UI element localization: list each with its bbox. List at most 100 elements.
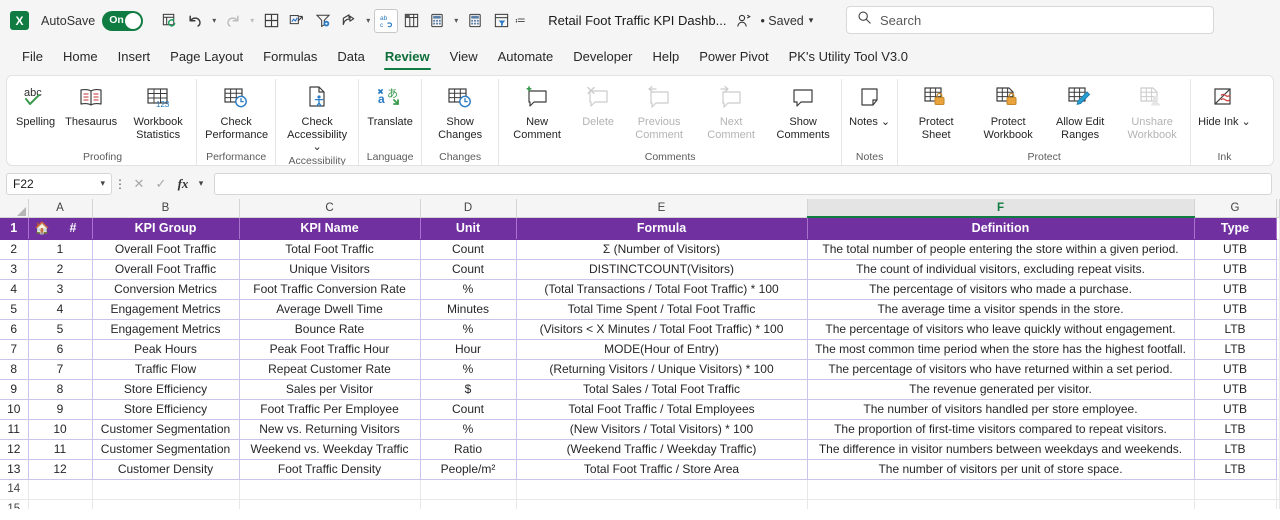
cell-kpi-group[interactable]: Overall Foot Traffic <box>92 239 240 260</box>
header-cell-kpi-group[interactable]: KPI Group <box>92 217 240 240</box>
formula-bar-more-options[interactable]: ⋮ <box>112 177 128 191</box>
cell-overflow[interactable] <box>1276 279 1280 300</box>
cell-definition[interactable]: The percentage of visitors who leave qui… <box>807 319 1195 340</box>
table-row[interactable]: 11 10 Customer Segmentation New vs. Retu… <box>0 419 1280 440</box>
show-comments-button[interactable]: Show Comments <box>767 79 839 141</box>
empty-cell[interactable] <box>239 499 421 509</box>
empty-cell[interactable] <box>92 479 240 500</box>
cell-formula[interactable]: (Returning Visitors / Unique Visitors) *… <box>516 359 808 380</box>
table-row[interactable]: 12 11 Customer Segmentation Weekend vs. … <box>0 439 1280 460</box>
row-header-14[interactable]: 14 <box>0 479 29 500</box>
row-header-15[interactable]: 15 <box>0 499 29 509</box>
cell-overflow[interactable] <box>1276 399 1280 420</box>
share-arrow-icon[interactable] <box>336 8 362 34</box>
row-header-11[interactable]: 11 <box>0 419 29 440</box>
cell-number[interactable]: 12 <box>28 459 93 480</box>
cell-kpi-name[interactable]: Foot Traffic Conversion Rate <box>239 279 421 300</box>
cell-type[interactable]: UTB <box>1194 239 1277 260</box>
chart-icon[interactable] <box>284 8 310 34</box>
row-header-13[interactable]: 13 <box>0 459 29 480</box>
cell-unit[interactable]: % <box>420 279 517 300</box>
cell-type[interactable]: LTB <box>1194 459 1277 480</box>
table-row[interactable]: 10 9 Store Efficiency Foot Traffic Per E… <box>0 399 1280 420</box>
cell-unit[interactable]: People/m² <box>420 459 517 480</box>
cell-type[interactable]: UTB <box>1194 279 1277 300</box>
cell-number[interactable]: 3 <box>28 279 93 300</box>
column-header-e[interactable]: E <box>516 199 808 218</box>
spelling-abc-icon[interactable]: ab c <box>374 8 399 33</box>
cell-definition[interactable]: The count of individual visitors, exclud… <box>807 259 1195 280</box>
cell-kpi-group[interactable]: Store Efficiency <box>92 399 240 420</box>
hide-ink-button[interactable]: Hide Ink ⌄ <box>1193 79 1256 129</box>
table-row[interactable]: 9 8 Store Efficiency Sales per Visitor $… <box>0 379 1280 400</box>
redo-dropdown-caret[interactable]: ▾ <box>246 8 258 34</box>
cell-kpi-name[interactable]: Bounce Rate <box>239 319 421 340</box>
column-header-g[interactable]: G <box>1194 199 1277 218</box>
cell-formula[interactable]: Total Sales / Total Foot Traffic <box>516 379 808 400</box>
cell-kpi-group[interactable]: Engagement Metrics <box>92 319 240 340</box>
cell-kpi-name[interactable]: Repeat Customer Rate <box>239 359 421 380</box>
cell-overflow[interactable] <box>1276 359 1280 380</box>
cell-kpi-name[interactable]: Weekend vs. Weekday Traffic <box>239 439 421 460</box>
cell-kpi-name[interactable]: Foot Traffic Density <box>239 459 421 480</box>
redo-icon[interactable] <box>220 8 246 34</box>
cell-formula[interactable]: (Visitors < X Minutes / Total Foot Traff… <box>516 319 808 340</box>
tab-formulas[interactable]: Formulas <box>253 41 327 72</box>
formula-input[interactable] <box>214 172 1272 195</box>
cell-unit[interactable]: $ <box>420 379 517 400</box>
new-comment-button[interactable]: New Comment <box>501 79 573 141</box>
search-input[interactable]: Search <box>880 13 921 28</box>
cell-overflow[interactable] <box>1276 319 1280 340</box>
undo-dropdown-caret[interactable]: ▾ <box>208 8 220 34</box>
cell-definition[interactable]: The number of visitors per unit of store… <box>807 459 1195 480</box>
cell-kpi-group[interactable]: Customer Segmentation <box>92 419 240 440</box>
cell-number[interactable]: 1 <box>28 239 93 260</box>
cell-unit[interactable]: Count <box>420 239 517 260</box>
check-performance-button[interactable]: Check Performance <box>199 79 273 141</box>
enter-check-icon[interactable]: ✓ <box>150 176 172 192</box>
cell-type[interactable]: UTB <box>1194 299 1277 320</box>
cell-definition[interactable]: The total number of people entering the … <box>807 239 1195 260</box>
share-user-icon[interactable] <box>736 13 752 29</box>
cell-kpi-group[interactable]: Customer Segmentation <box>92 439 240 460</box>
empty-row[interactable]: 14 <box>0 479 1280 500</box>
cell-type[interactable]: LTB <box>1194 339 1277 360</box>
cell-kpi-name[interactable]: Total Foot Traffic <box>239 239 421 260</box>
cell-kpi-group[interactable]: Store Efficiency <box>92 379 240 400</box>
header-cell-unit[interactable]: Unit <box>420 217 517 240</box>
cell-kpi-group[interactable]: Overall Foot Traffic <box>92 259 240 280</box>
row-header-7[interactable]: 7 <box>0 339 29 360</box>
row-header-10[interactable]: 10 <box>0 399 29 420</box>
table-row[interactable]: 3 2 Overall Foot Traffic Unique Visitors… <box>0 259 1280 280</box>
cell-kpi-group[interactable]: Traffic Flow <box>92 359 240 380</box>
cell-unit[interactable]: Minutes <box>420 299 517 320</box>
column-header-d[interactable]: D <box>420 199 517 218</box>
cell-kpi-group[interactable]: Customer Density <box>92 459 240 480</box>
tab-insert[interactable]: Insert <box>108 41 161 72</box>
empty-cell[interactable] <box>239 479 421 500</box>
saved-status[interactable]: • Saved ▾ <box>760 14 813 28</box>
row-header-5[interactable]: 5 <box>0 299 29 320</box>
workbook-statistics-button[interactable]: 123 Workbook Statistics <box>122 79 194 141</box>
undo-icon[interactable] <box>182 8 208 34</box>
empty-cell[interactable] <box>28 499 93 509</box>
tab-data[interactable]: Data <box>327 41 374 72</box>
empty-cell[interactable] <box>1194 499 1277 509</box>
header-cell-kpi-name[interactable]: KPI Name <box>239 217 421 240</box>
tab-help[interactable]: Help <box>643 41 690 72</box>
table-row[interactable]: 2 1 Overall Foot Traffic Total Foot Traf… <box>0 239 1280 260</box>
cell-overflow[interactable] <box>1276 459 1280 480</box>
cell-overflow[interactable] <box>1276 259 1280 280</box>
cell-formula[interactable]: MODE(Hour of Entry) <box>516 339 808 360</box>
empty-cell[interactable] <box>807 479 1195 500</box>
cell-number[interactable]: 6 <box>28 339 93 360</box>
cell-overflow[interactable] <box>1276 239 1280 260</box>
table-row[interactable]: 13 12 Customer Density Foot Traffic Dens… <box>0 459 1280 480</box>
check-accessibility-button[interactable]: Check Accessibility ⌄ <box>278 79 356 154</box>
cell-number[interactable]: 4 <box>28 299 93 320</box>
cell-unit[interactable]: Ratio <box>420 439 517 460</box>
cell-overflow[interactable] <box>1276 419 1280 440</box>
refresh-all-icon[interactable] <box>156 8 182 34</box>
document-title[interactable]: Retail Foot Traffic KPI Dashb... <box>548 13 726 28</box>
table-row[interactable]: 8 7 Traffic Flow Repeat Customer Rate % … <box>0 359 1280 380</box>
